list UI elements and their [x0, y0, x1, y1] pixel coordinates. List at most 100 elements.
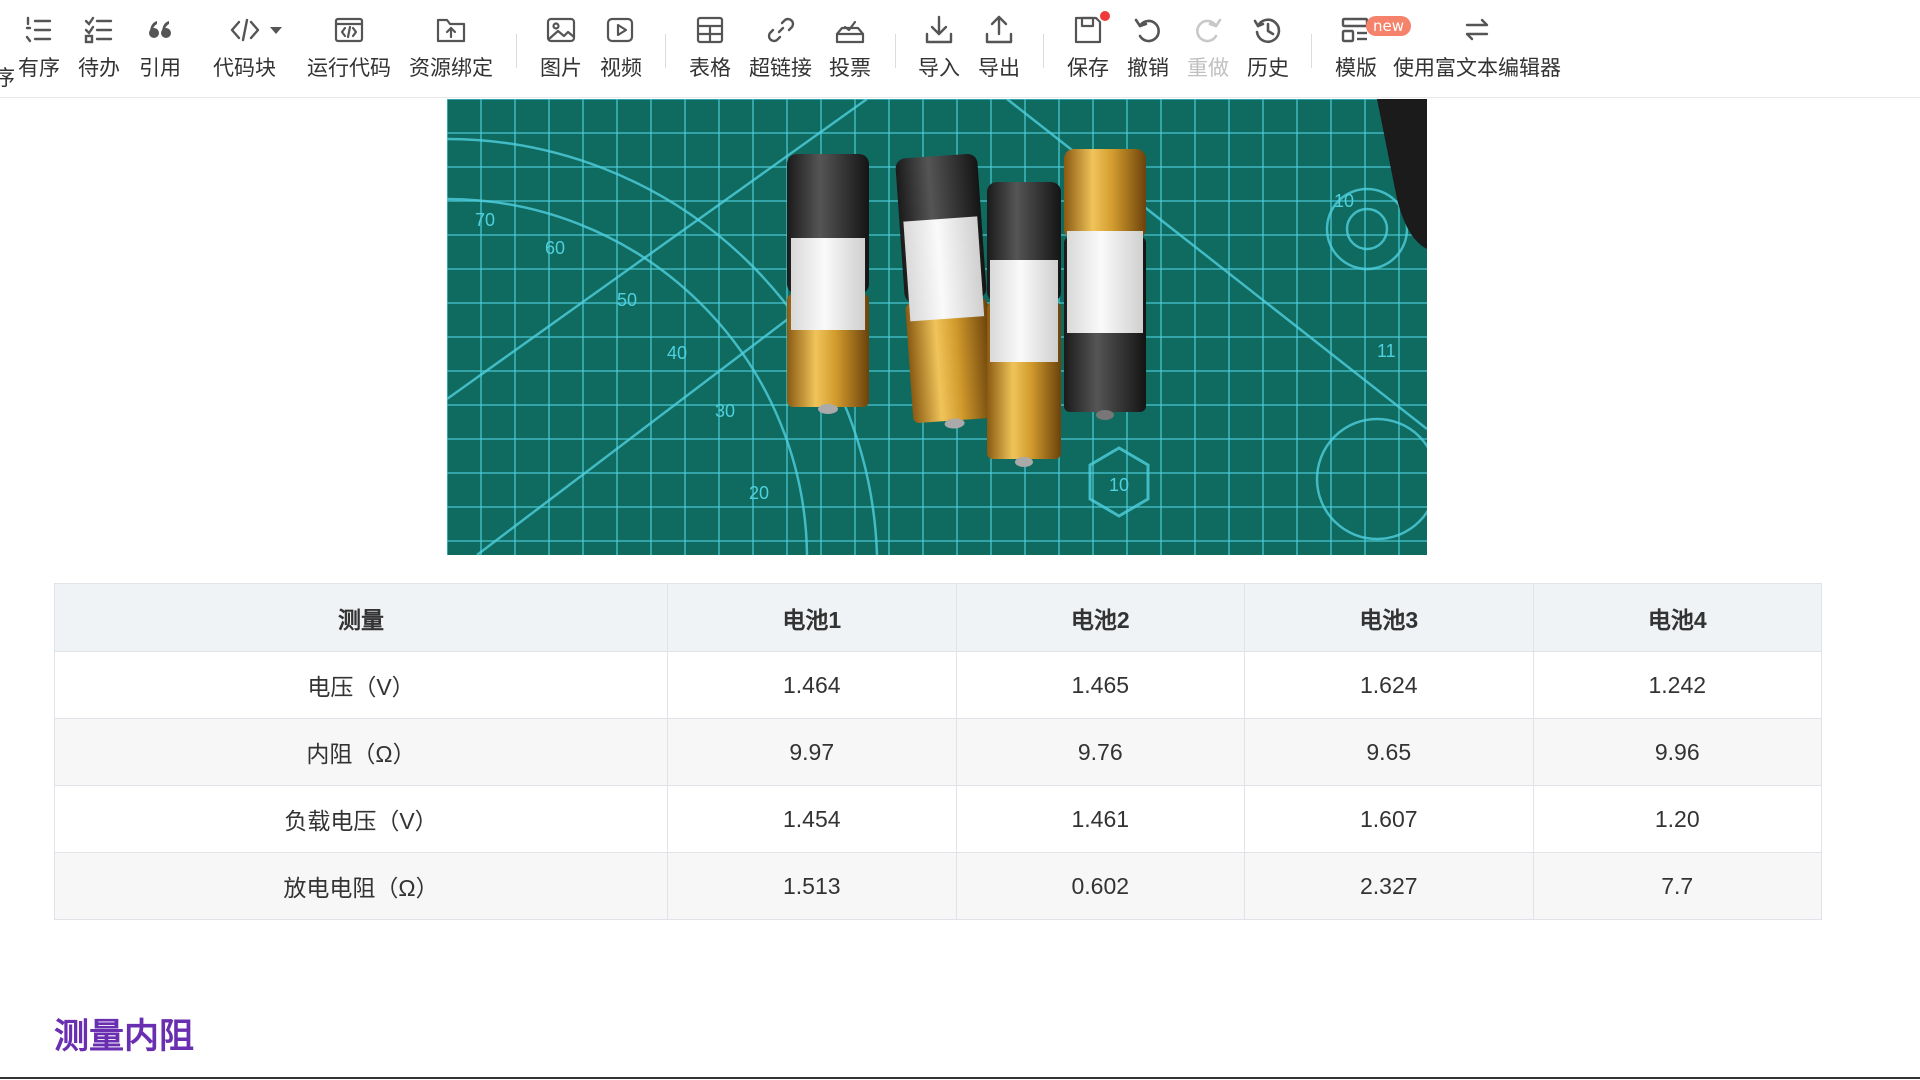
ordered-list-label: 有序	[18, 56, 60, 80]
table-cell: 电压（V）	[54, 651, 668, 719]
vote-label: 投票	[829, 56, 871, 80]
rich-text-switch-button[interactable]: 使用富文本编辑器	[1393, 14, 1561, 90]
save-label: 保存	[1067, 56, 1109, 80]
table-cell: 1.513	[667, 852, 957, 920]
table-cell: 2.327	[1244, 852, 1534, 920]
svg-text:10: 10	[1334, 191, 1354, 211]
table-cell: 1.242	[1532, 651, 1822, 719]
resource-bind-button[interactable]: 资源绑定	[409, 14, 493, 90]
table-cell: 负载电压（V）	[54, 785, 668, 853]
bottom-divider	[0, 1077, 1920, 1079]
vote-box-icon	[835, 20, 865, 44]
video-label: 视频	[600, 56, 642, 80]
svg-text:70: 70	[475, 210, 495, 230]
table-row: 内阻（Ω） 9.97 9.76 9.65 9.96	[54, 718, 1822, 786]
import-button[interactable]: 导入	[918, 14, 960, 90]
battery-4	[1064, 149, 1146, 420]
toolbar-divider	[1311, 34, 1312, 68]
battery-measurement-table: 测量 电池1 电池2 电池3 电池4 电压（V） 1.464 1.465 1.6…	[54, 583, 1822, 920]
table-cell: 内阻（Ω）	[54, 718, 668, 786]
toolbar-divider	[895, 34, 896, 68]
section-heading: 测量内阻	[54, 1017, 195, 1057]
hyperlink-button[interactable]: 超链接	[749, 14, 812, 90]
checklist-icon	[84, 16, 113, 44]
template-label: 模版	[1335, 56, 1377, 80]
header-battery-3: 电池3	[1244, 583, 1534, 652]
table-row: 负载电压（V） 1.454 1.461 1.607 1.20	[54, 785, 1822, 853]
download-icon	[925, 15, 953, 44]
toolbar-divider	[1043, 34, 1044, 68]
save-button[interactable]: 保存	[1067, 11, 1110, 90]
unsaved-dot	[1100, 11, 1110, 21]
redo-button[interactable]: 重做	[1187, 14, 1229, 90]
header-battery-1: 电池1	[667, 583, 957, 652]
table-cell: 9.96	[1532, 718, 1822, 786]
table-icon	[696, 16, 724, 44]
image-icon	[546, 17, 576, 43]
quote-button[interactable]: 引用	[139, 14, 181, 90]
svg-text:10: 10	[1109, 475, 1129, 495]
quote-label: 引用	[139, 56, 181, 80]
undo-label: 撤销	[1127, 56, 1169, 80]
rich-text-switch-label: 使用富文本编辑器	[1393, 56, 1561, 80]
svg-text:50: 50	[617, 290, 637, 310]
import-label: 导入	[918, 56, 960, 80]
table-cell: 0.602	[955, 852, 1245, 920]
table-cell: 1.461	[955, 785, 1245, 853]
header-measurement: 测量	[54, 583, 668, 652]
table-cell: 1.20	[1532, 785, 1822, 853]
table-cell: 1.607	[1244, 785, 1534, 853]
table-row: 电压（V） 1.464 1.465 1.624 1.242	[54, 651, 1822, 719]
template-button[interactable]: new 模版	[1335, 14, 1412, 90]
video-button[interactable]: 视频	[600, 14, 642, 90]
run-code-label: 运行代码	[307, 56, 391, 80]
table-header-row: 测量 电池1 电池2 电池3 电池4	[54, 583, 1822, 652]
table-cell: 1.454	[667, 785, 957, 853]
link-icon	[767, 17, 794, 43]
redo-label: 重做	[1187, 56, 1229, 80]
code-block-label: 代码块	[213, 56, 276, 80]
cutting-mat-image: 70 60 50 40 30 20 10 10 11	[447, 99, 1427, 555]
svg-text:11: 11	[1377, 341, 1396, 361]
undo-icon	[1134, 18, 1160, 43]
table-button[interactable]: 表格	[689, 14, 731, 90]
toolbar-divider	[516, 34, 517, 68]
battery-photo: 70 60 50 40 30 20 10 10 11	[447, 99, 1427, 555]
svg-text:40: 40	[667, 343, 687, 363]
run-code-button[interactable]: 运行代码	[307, 14, 391, 90]
svg-text:60: 60	[545, 238, 565, 258]
todo-button[interactable]: 待办	[78, 14, 120, 90]
vote-button[interactable]: 投票	[829, 14, 871, 90]
todo-label: 待办	[78, 56, 120, 80]
hyperlink-label: 超链接	[749, 56, 812, 80]
header-battery-2: 电池2	[955, 583, 1245, 652]
table-cell: 1.464	[667, 651, 957, 719]
image-button[interactable]: 图片	[540, 14, 582, 90]
chevron-down-icon[interactable]	[269, 25, 283, 35]
upload-icon	[985, 15, 1013, 44]
table-cell: 1.465	[955, 651, 1245, 719]
undo-button[interactable]: 撤销	[1127, 14, 1169, 90]
table-cell: 7.7	[1532, 852, 1822, 920]
save-icon	[1074, 16, 1102, 44]
toolbar-cut-label: 序	[0, 66, 15, 90]
ordered-list-icon	[25, 16, 52, 43]
code-block-button[interactable]: 代码块	[213, 14, 298, 90]
swap-icon	[1465, 18, 1489, 41]
history-button[interactable]: 历史	[1247, 14, 1289, 90]
svg-text:30: 30	[715, 401, 735, 421]
ordered-list-button[interactable]: 有序	[18, 14, 60, 90]
export-button[interactable]: 导出	[978, 14, 1020, 90]
redo-icon	[1196, 18, 1222, 43]
header-battery-4: 电池4	[1532, 583, 1822, 652]
export-label: 导出	[978, 56, 1020, 80]
table-cell: 放电电阻（Ω）	[54, 852, 668, 920]
battery-1	[787, 154, 869, 414]
battery-3	[987, 182, 1061, 467]
table-cell: 9.65	[1244, 718, 1534, 786]
quote-icon	[149, 21, 171, 38]
image-label: 图片	[540, 56, 582, 80]
table-cell: 9.76	[955, 718, 1245, 786]
folder-upload-icon	[436, 18, 466, 43]
table-cell: 9.97	[667, 718, 957, 786]
